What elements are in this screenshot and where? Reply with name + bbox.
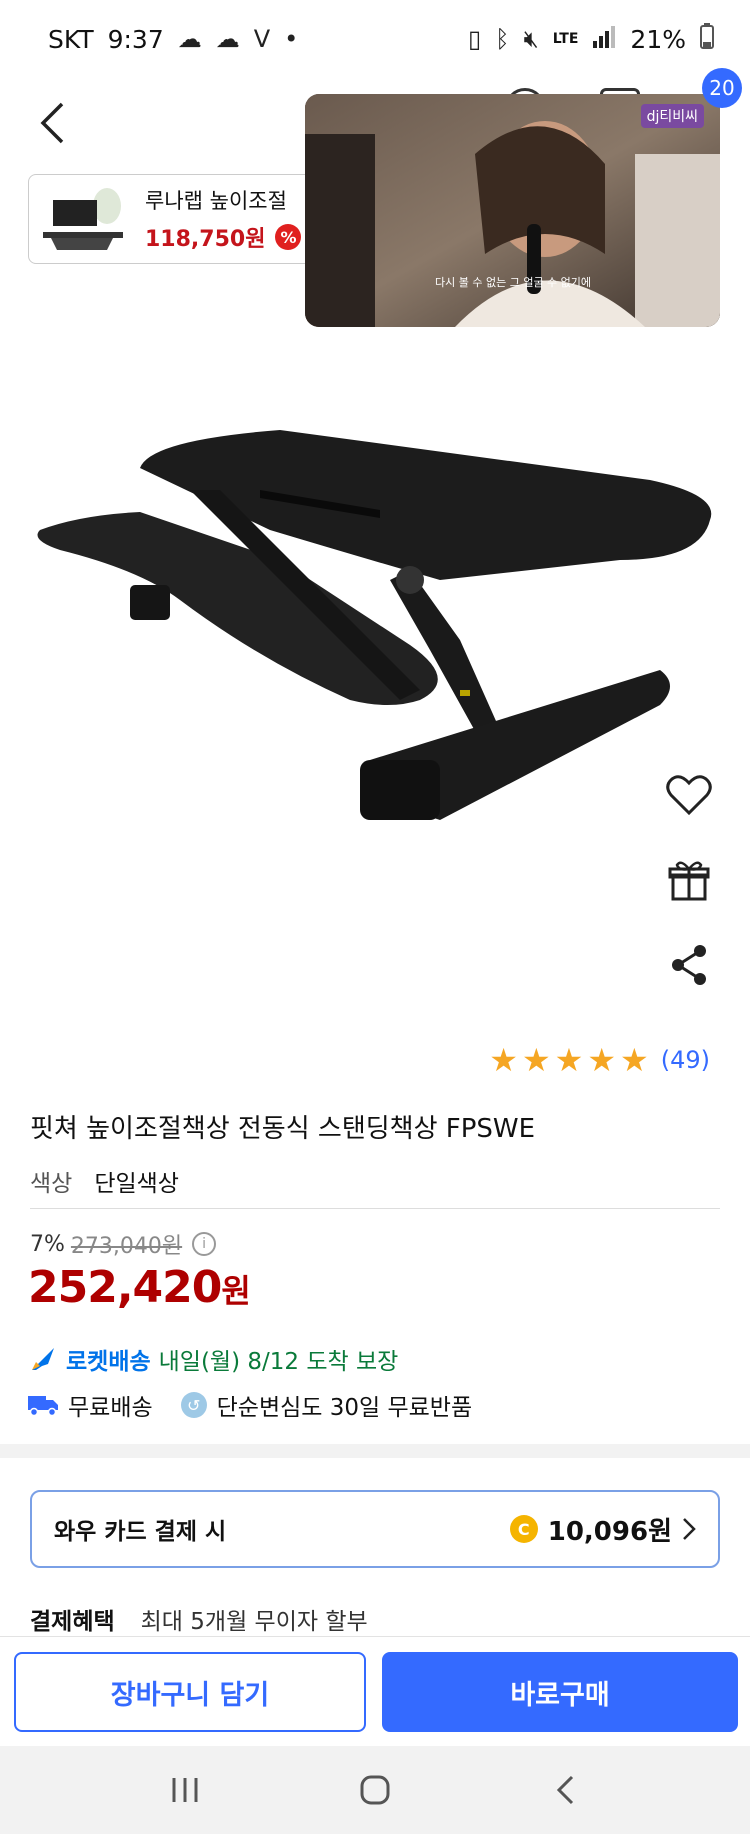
chevron-left-icon [40,102,64,144]
coin-icon: C [509,1515,538,1543]
product-title: 핏쳐 높이조절책상 전동식 스탠딩책상 FPSWE [30,1114,536,1144]
wow-card-reward: C 10,096원 [509,1511,696,1548]
shipping-row: 무료배송 ↺ 단순변심도 30일 무료반품 [28,1388,472,1422]
discount-percent: 7% [30,1231,65,1257]
chevron-right-icon [683,1518,696,1540]
recent-apps-icon [172,1778,198,1802]
payment-benefit-value: 최대 5개월 무이자 할부 [140,1609,368,1635]
free-shipping-label: 무료배송 [68,1395,153,1421]
share-button[interactable] [660,936,718,994]
video-frame [305,94,720,327]
recent-apps-button[interactable] [155,1760,215,1820]
battery-saver-icon: ▯ [467,25,482,53]
star-icon: ★ [587,1041,617,1079]
carrier-label: SKT [48,24,94,54]
share-icon [672,945,706,985]
star-icon: ★ [489,1041,518,1079]
standing-desk-illustration [37,430,712,820]
wow-card-amount: 10,096원 [547,1516,672,1547]
channel-logo: dj티비씨 [640,104,704,128]
original-price: 273,040원 [70,1234,183,1259]
cart-count-badge[interactable]: 20 [702,68,742,108]
video-pip[interactable]: dj티비씨 다시 볼 수 없는 그 얼굴 수 없기에 [305,94,720,327]
review-count[interactable]: (49) [661,1046,710,1074]
star-icon: ★ [620,1041,649,1079]
battery-icon [700,23,714,55]
product-rating[interactable]: ★ ★ ★ ★ ★ (49) [489,1044,710,1076]
back-arrow-icon [556,1775,574,1805]
related-product-thumbnail [37,180,133,258]
product-image[interactable] [20,400,720,920]
info-icon[interactable]: i [192,1232,217,1256]
option-value: 단일색상 [94,1171,179,1197]
rocket-delivery-label: 로켓배송 [66,1349,151,1375]
divider [30,1208,720,1209]
system-nav-bar [0,1746,750,1834]
mute-icon: 🔇︎ [523,25,539,53]
related-product-title: 루나랩 높이조절 [145,189,287,213]
back-system-button[interactable] [535,1760,595,1820]
cloud-icon: ☁ [177,25,202,53]
clock: 9:37 [107,24,164,54]
weather-icon: ☁ [215,25,240,53]
payment-benefit-label: 결제혜택 [30,1609,115,1635]
gift-icon [668,861,710,901]
video-caption: 다시 볼 수 없는 그 얼굴 수 없기에 [435,276,592,289]
status-right: ▯ ᛒ 🔇︎ LTE 21% [468,23,714,55]
sale-price: 252,420원 [28,1262,251,1313]
arrival-guarantee: 내일(월) 8/12 도착 보장 [158,1349,399,1375]
return-icon: ↺ [180,1392,207,1418]
return-policy-label: 단순변심도 30일 무료반품 [216,1395,473,1421]
add-to-cart-button[interactable]: 장바구니 담기 [14,1652,366,1732]
dot-icon: • [284,25,299,53]
gift-button[interactable] [660,852,718,910]
home-circle-icon [360,1775,390,1805]
heart-icon [666,775,712,816]
star-icon: ★ [554,1041,584,1079]
rocket-delivery-row: 로켓배송 내일(월) 8/12 도착 보장 [28,1342,398,1376]
wow-card-offer[interactable]: 와우 카드 결제 시 C 10,096원 [30,1490,720,1568]
related-product-text: 루나랩 높이조절 118,750원 % [145,185,302,253]
v-icon: V [253,25,271,53]
truck-icon [28,1396,58,1416]
star-icon: ★ [521,1041,551,1079]
back-button[interactable] [22,88,82,158]
signal-icon [592,25,616,54]
sale-price-number: 252,420 [28,1262,222,1313]
option-row[interactable]: 색상 단일색상 [30,1164,179,1198]
buy-now-button[interactable]: 바로구매 [382,1652,738,1732]
bluetooth-icon: ᛒ [495,25,510,53]
discount-badge: % [275,224,302,250]
related-price-row: 118,750원 % [145,221,302,253]
related-product-price: 118,750원 [145,227,266,252]
home-button[interactable] [345,1760,405,1820]
payment-benefit-row: 결제혜택 최대 5개월 무이자 할부 [30,1602,368,1636]
wow-card-label: 와우 카드 결제 시 [54,1519,227,1545]
section-divider [0,1444,750,1458]
sale-price-unit: 원 [221,1272,250,1310]
purchase-bar: 장바구니 담기 바로구매 [0,1636,750,1746]
wishlist-button[interactable] [660,766,718,824]
option-label: 색상 [30,1171,73,1197]
status-bar: SKT 9:37 ☁ ☁ V • ▯ ᛒ 🔇︎ LTE 21% [0,0,750,78]
discount-row: 7% 273,040원 i [30,1228,217,1260]
status-left: SKT 9:37 ☁ ☁ V • [48,25,298,54]
lte-label: LTE [552,31,579,47]
rocket-icon [32,1347,55,1370]
battery-percent: 21% [630,24,686,54]
